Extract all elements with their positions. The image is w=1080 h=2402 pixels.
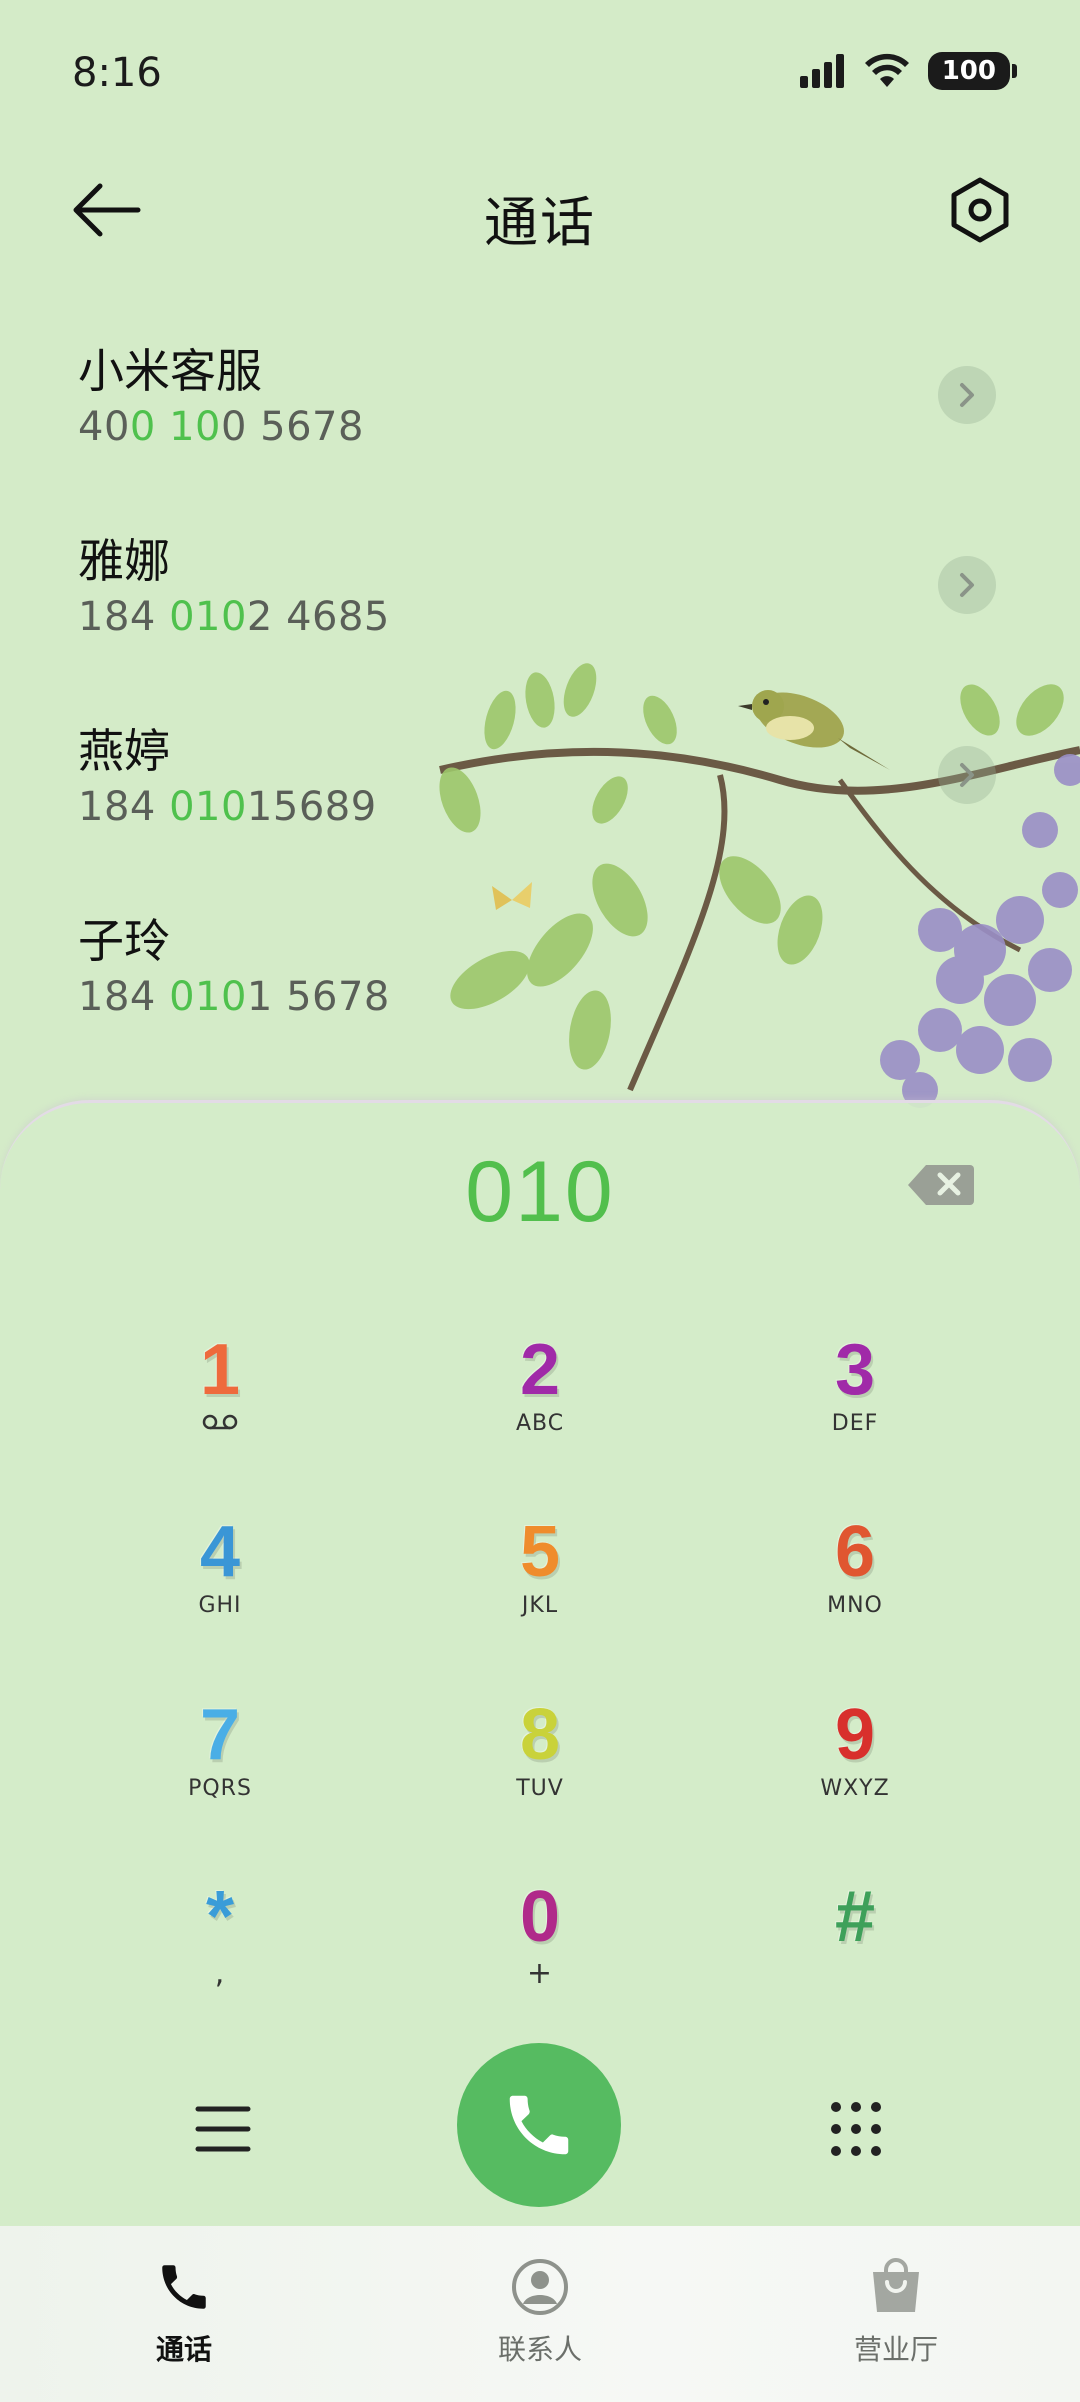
dial-key-3[interactable]: 3 DEF [725, 1331, 985, 1481]
keypad-grid-icon [831, 2102, 881, 2156]
menu-icon [195, 2106, 251, 2152]
nav-item-calls[interactable]: 通话 [84, 2256, 284, 2368]
bottom-navigation: 通话 联系人 营业厅 [0, 2226, 1080, 2402]
settings-hexagon-icon [951, 177, 1009, 243]
dial-key-letters: JKL [521, 1593, 559, 1618]
contact-row[interactable]: 雅娜 184 0102 4685 [0, 520, 1080, 710]
number-segment: 184 [78, 974, 170, 1020]
call-button[interactable] [457, 2043, 621, 2207]
dial-key-digit: 1 [199, 1330, 241, 1410]
dial-key-letters: , [214, 1956, 226, 1991]
contact-name: 燕婷 [78, 724, 170, 778]
contact-number: 400 100 5678 [78, 404, 1080, 450]
page-title: 通话 [484, 191, 596, 254]
contact-row[interactable]: 小米客服 400 100 5678 [0, 330, 1080, 520]
dial-key-letters: PQRS [188, 1776, 252, 1801]
number-segment [156, 404, 169, 450]
chevron-right-icon [960, 573, 974, 597]
dial-key-star[interactable]: *, [90, 1878, 350, 2028]
dial-key-letters: MNO [827, 1593, 883, 1618]
matched-digits: 010 [169, 974, 247, 1020]
dial-key-letters: DEF [831, 1411, 879, 1436]
dial-key-letters: ABC [515, 1411, 565, 1436]
dial-key-digit: 8 [519, 1695, 561, 1775]
number-segment: 184 [78, 784, 170, 830]
dial-key-digit: * [205, 1877, 235, 1957]
number-segment: 1 5678 [246, 974, 390, 1020]
dial-key-letters: GHI [198, 1593, 242, 1618]
dial-key-digit: 0 [519, 1877, 561, 1957]
backspace-icon [908, 1165, 974, 1205]
dial-key-5[interactable]: 5 JKL [410, 1513, 670, 1663]
nav-label-contacts: 联系人 [497, 2333, 582, 2366]
dial-key-letters: WXYZ [820, 1776, 890, 1801]
dialpad-panel: 010 1 2 ABC 3 DEF 4 GHI 5 JKL 6 MNO 7 PQRS 8 TUV 9 WXYZ *… [0, 1100, 1080, 2230]
dial-key-4[interactable]: 4 GHI [90, 1513, 350, 1663]
dial-key-digit: 5 [519, 1512, 561, 1592]
delete-button[interactable] [908, 1163, 974, 1207]
dial-key-digit: 6 [834, 1512, 876, 1592]
contact-name: 雅娜 [78, 534, 170, 588]
nav-item-service-hall[interactable]: 营业厅 [796, 2256, 996, 2368]
dial-key-7[interactable]: 7 PQRS [90, 1696, 350, 1846]
matched-digits: 0 [129, 404, 156, 450]
dial-key-letters: TUV [516, 1776, 564, 1801]
status-bar: 8:16 100 [0, 0, 1080, 150]
number-segment: 40 [78, 404, 130, 450]
matched-digits: 010 [169, 784, 247, 830]
contact-row[interactable]: 子玲 184 0101 5678 [0, 900, 1080, 1090]
matched-digits: 10 [169, 404, 221, 450]
dial-key-2[interactable]: 2 ABC [410, 1331, 670, 1481]
dial-key-digit: 2 [519, 1330, 561, 1410]
keypad-toggle-button[interactable] [828, 2099, 884, 2159]
dial-key-digit: 3 [834, 1330, 876, 1410]
shopping-bag-icon [873, 2258, 919, 2312]
dial-key-8[interactable]: 8 TUV [410, 1696, 670, 1846]
number-segment: 184 [78, 594, 170, 640]
dial-key-digit: 9 [834, 1695, 876, 1775]
dial-key-digit: 7 [199, 1695, 241, 1775]
dial-key-1[interactable]: 1 [90, 1331, 350, 1481]
dial-key-letters: + [526, 1956, 554, 1991]
nav-label-service-hall: 营业厅 [853, 2333, 938, 2366]
dial-key-digit: 4 [199, 1512, 241, 1592]
status-time: 8:16 [72, 50, 162, 96]
menu-button[interactable] [194, 2103, 252, 2155]
dial-key-0[interactable]: 0 + [410, 1878, 670, 2028]
signal-icon [799, 54, 844, 88]
contact-name: 小米客服 [78, 344, 262, 398]
battery-indicator: 100 [927, 52, 1018, 90]
number-segment: 2 4685 [246, 594, 390, 640]
header: 通话 [0, 160, 1080, 260]
chevron-right-icon [960, 763, 974, 787]
phone-icon [162, 2265, 206, 2309]
contact-details-button[interactable] [938, 556, 996, 614]
nav-item-contacts[interactable]: 联系人 [440, 2256, 640, 2368]
number-segment: 15689 [246, 784, 377, 830]
settings-button[interactable] [944, 174, 1016, 246]
dial-key-6[interactable]: 6 MNO [725, 1513, 985, 1663]
contact-number: 184 0101 5678 [78, 974, 1080, 1020]
contact-suggestions-list: 小米客服 400 100 5678 雅娜 184 0102 4685 燕婷 184 010… [0, 330, 1080, 1090]
contact-number: 184 0102 4685 [78, 594, 1080, 640]
nav-label-calls: 通话 [155, 2333, 212, 2366]
dial-key-digit: # [834, 1877, 876, 1957]
contact-details-button[interactable] [938, 366, 996, 424]
contact-name: 子玲 [78, 914, 170, 968]
status-icons: 100 [799, 52, 1018, 90]
contact-number: 184 01015689 [78, 784, 1080, 830]
number-segment: 0 5678 [220, 404, 364, 450]
phone-icon [509, 2095, 569, 2155]
contact-details-button[interactable] [938, 746, 996, 804]
wifi-icon [864, 53, 909, 87]
matched-digits: 010 [169, 594, 247, 640]
dial-key-9[interactable]: 9 WXYZ [725, 1696, 985, 1846]
voicemail-icon [90, 1411, 350, 1436]
person-icon [512, 2259, 568, 2315]
dial-key-hash[interactable]: # [725, 1878, 985, 2028]
chevron-right-icon [960, 383, 974, 407]
contact-row[interactable]: 燕婷 184 01015689 [0, 710, 1080, 900]
dialpad-actions [0, 2043, 1080, 2213]
